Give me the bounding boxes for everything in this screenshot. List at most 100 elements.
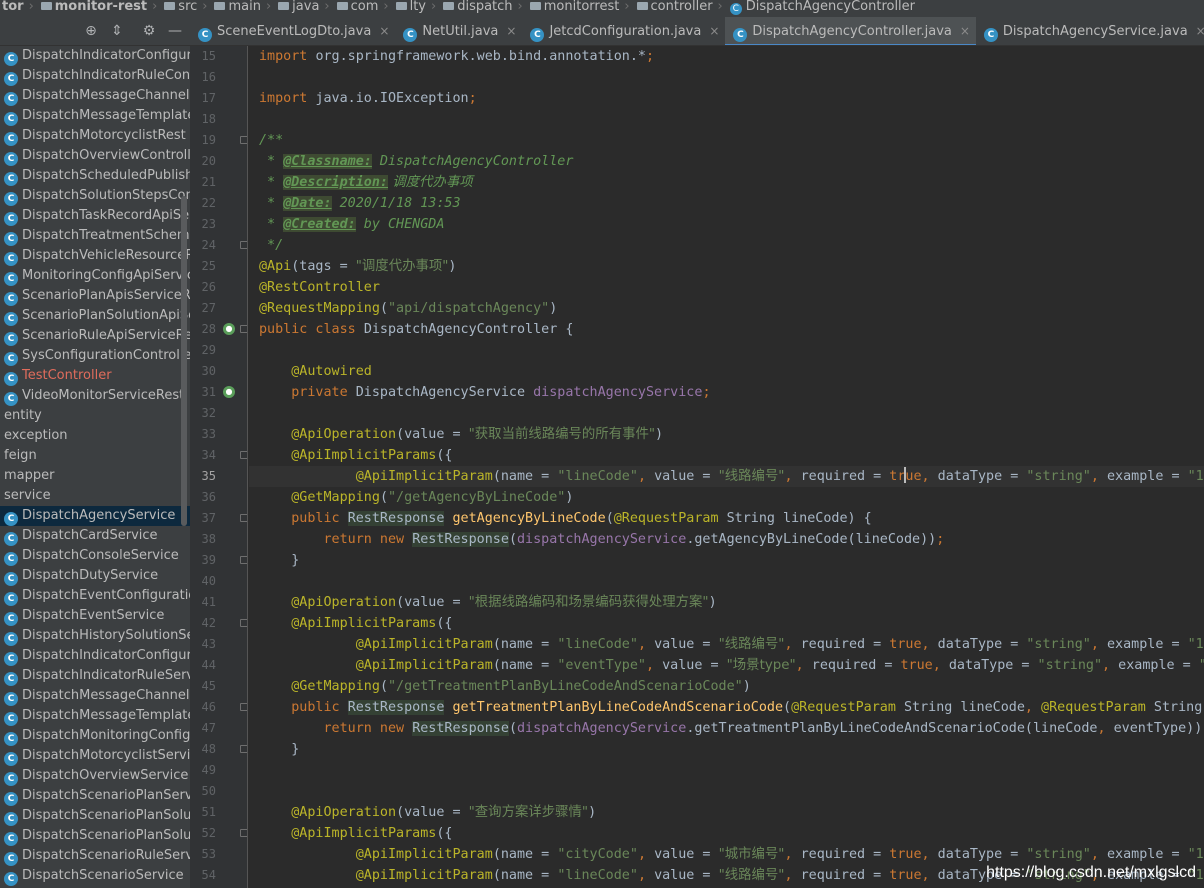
code-token: @Autowired [291, 364, 372, 379]
collapse-icon[interactable]: ⇕ [108, 22, 126, 40]
tree-package[interactable]: service [0, 486, 190, 506]
tree-class-item[interactable]: C DispatchIndicatorRuleContro [0, 66, 190, 86]
breadcrumb-separator: › [624, 0, 630, 14]
breadcrumb-item[interactable]: monitorrest [528, 0, 619, 14]
breadcrumb-item[interactable]: lty [394, 0, 426, 14]
tree-class-item[interactable]: C DispatchEventConfigurationS [0, 586, 190, 606]
class-icon: C [403, 28, 418, 42]
code-token: value = [654, 868, 719, 883]
fold-marker-icon[interactable] [240, 619, 247, 627]
breadcrumb-item[interactable]: tor [0, 0, 24, 14]
fold-marker-icon[interactable] [240, 829, 247, 837]
tree-class-item[interactable]: C DispatchMotorcyclistRest [0, 126, 190, 146]
tree-class-item[interactable]: C DispatchSolutionStepsContro [0, 186, 190, 206]
breadcrumb-item[interactable]: main [212, 0, 261, 14]
tree-class-item[interactable]: C SysConfigurationController [0, 346, 190, 366]
tree-class-item[interactable]: C DispatchConsoleService [0, 546, 190, 566]
fold-marker-icon[interactable] [240, 136, 247, 144]
hide-icon[interactable]: — [166, 22, 184, 40]
tree-class-item[interactable]: C DispatchScenarioRuleService [0, 846, 190, 866]
class-icon: C [4, 152, 18, 166]
tree-class-item[interactable]: C DispatchDutyService [0, 566, 190, 586]
code-token: "string" [1037, 658, 1103, 673]
tree-class-item[interactable]: C DispatchTreatmentSchemeCo [0, 226, 190, 246]
breadcrumb-item[interactable]: com [335, 0, 378, 14]
fold-marker-icon[interactable] [240, 514, 247, 522]
tree-class-item[interactable]: C DispatchMotorcyclistService [0, 746, 190, 766]
tree-class-item[interactable]: C DispatchMonitoringConfigSe [0, 726, 190, 746]
tree-class-item[interactable]: C DispatchMessageChannelSer [0, 686, 190, 706]
class-icon: C [4, 512, 18, 526]
tree-package[interactable]: entity [0, 406, 190, 426]
locate-icon[interactable]: ⊕ [82, 22, 100, 40]
tree-class-item[interactable]: C ScenarioPlanSolutionApiServi [0, 306, 190, 326]
breadcrumb-item[interactable]: src [162, 0, 197, 14]
project-tree-scrollbar[interactable] [181, 196, 187, 526]
breadcrumb-item[interactable]: monitor-rest [39, 0, 147, 14]
code-editor[interactable]: import org.springframework.web.bind.anno… [249, 46, 1204, 888]
tree-class-item[interactable]: C DispatchScenarioService [0, 866, 190, 886]
tree-class-item[interactable]: C DispatchOverviewController [0, 146, 190, 166]
run-class-icon[interactable]: ● [223, 323, 235, 335]
tree-class-item[interactable]: C DispatchAgencyService [0, 506, 190, 526]
tree-class-item[interactable]: C DispatchEventService [0, 606, 190, 626]
close-icon[interactable]: × [709, 24, 719, 38]
breadcrumb-separator: › [28, 0, 34, 14]
tree-class-item[interactable]: C DispatchScenarioPlanService [0, 786, 190, 806]
tree-class-item[interactable]: C DispatchTaskRecordApiServi [0, 206, 190, 226]
tree-class-item[interactable]: C DispatchScenarioPlanSolution [0, 806, 190, 826]
fold-marker-icon[interactable] [240, 556, 247, 564]
code-token: @ApiOperation [291, 427, 397, 442]
breadcrumb-item[interactable]: controller [635, 0, 713, 14]
editor-tab[interactable]: C NetUtil.java × [395, 16, 522, 45]
code-token: ( [508, 532, 517, 547]
tree-class-item[interactable]: C DispatchScheduledPublished [0, 166, 190, 186]
close-icon[interactable]: × [960, 24, 970, 38]
tree-class-item[interactable]: C DispatchMessageTemplateSe [0, 706, 190, 726]
breadcrumb-item[interactable]: C DispatchAgencyController [728, 0, 915, 15]
editor-tab[interactable]: C SceneEventLogDto.java × [190, 16, 395, 45]
tree-package[interactable]: mapper [0, 466, 190, 486]
fold-marker-icon[interactable] [240, 451, 247, 459]
breadcrumb-item[interactable]: dispatch [441, 0, 513, 14]
fold-marker-icon[interactable] [240, 745, 247, 753]
tree-class-item[interactable]: C DispatchCardService [0, 526, 190, 546]
tree-class-item[interactable]: C DispatchMessageTemplateCo [0, 106, 190, 126]
tree-class-item[interactable]: C DispatchIndicatorRuleService [0, 666, 190, 686]
close-icon[interactable]: × [1196, 24, 1204, 38]
tree-class-item[interactable]: C DispatchOverviewService [0, 766, 190, 786]
tree-package[interactable]: feign [0, 446, 190, 466]
editor-tab[interactable]: C JetcdConfiguration.java × [522, 16, 725, 45]
tree-class-item[interactable]: C DispatchIndicatorConfigurati [0, 646, 190, 666]
close-icon[interactable]: × [379, 24, 389, 38]
tree-class-item[interactable]: C TestController [0, 366, 190, 386]
tree-class-item[interactable]: C MonitoringConfigApiServiceR [0, 266, 190, 286]
tree-class-item[interactable]: C DispatchIndicatorConfigurati [0, 46, 190, 66]
code-token: , [637, 847, 655, 862]
bean-autowire-icon[interactable]: ● [223, 386, 235, 398]
fold-marker-icon[interactable] [240, 325, 247, 333]
breadcrumb-item[interactable]: java [276, 0, 319, 14]
code-line: @ApiImplicitParams({ [259, 823, 452, 844]
tree-class-item[interactable]: C DispatchMessageChannelCor [0, 86, 190, 106]
gear-icon[interactable]: ⚙ [140, 22, 158, 40]
editor-tab[interactable]: C DispatchAgencyService.java × [976, 16, 1204, 45]
tree-class-item[interactable]: C DispatchVehicleResourceRest [0, 246, 190, 266]
tree-class-item[interactable]: C DispatchHistorySolutionServi [0, 626, 190, 646]
tree-class-item[interactable]: C VideoMonitorServiceRest [0, 386, 190, 406]
fold-marker-icon[interactable] [240, 703, 247, 711]
tree-class-item[interactable]: C ScenarioPlanApisServiceRest [0, 286, 190, 306]
tree-class-item[interactable]: C ScenarioRuleApiServiceRest [0, 326, 190, 346]
close-icon[interactable]: × [506, 24, 516, 38]
editor-tab[interactable]: C DispatchAgencyController.java × [725, 17, 976, 45]
tree-package[interactable]: exception [0, 426, 190, 446]
fold-marker-icon[interactable] [240, 241, 247, 249]
code-token: dataType = [948, 658, 1038, 673]
line-number: 23 [201, 217, 216, 231]
code-token: String lineCode [903, 700, 1025, 715]
tree-class-item[interactable]: C DispatchScenarioPlanSolutior [0, 826, 190, 846]
class-icon: C [4, 212, 18, 226]
line-number: 42 [201, 616, 216, 630]
code-line: public RestResponse getAgencyByLineCode(… [259, 508, 872, 529]
code-token: example = [1106, 847, 1188, 862]
